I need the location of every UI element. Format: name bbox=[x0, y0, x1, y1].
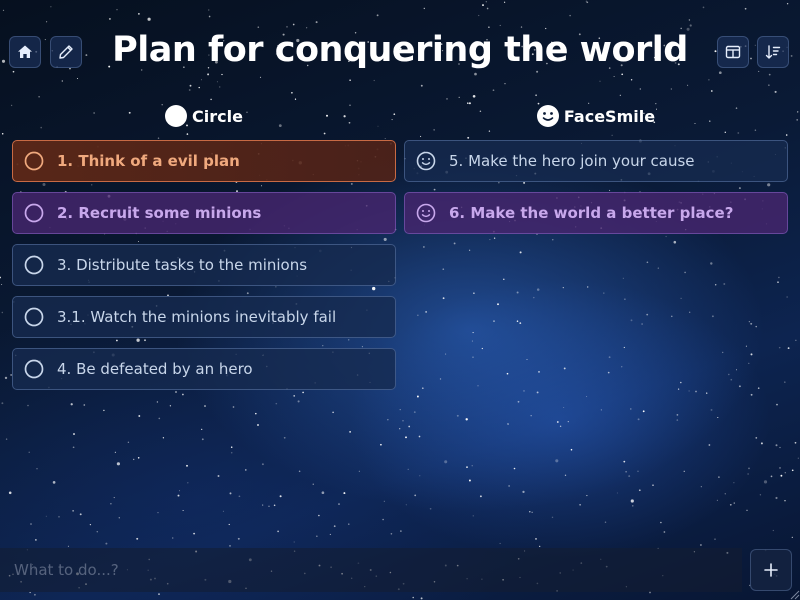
todo-card[interactable]: 2. Recruit some minions bbox=[12, 192, 396, 234]
todo-card[interactable]: 1. Think of a evil plan bbox=[12, 140, 396, 182]
circle-outline-icon bbox=[23, 306, 45, 328]
resize-grip-icon[interactable] bbox=[788, 588, 800, 600]
layout-button[interactable] bbox=[717, 36, 749, 68]
column-header-circle: Circle bbox=[12, 103, 396, 129]
circle-outline-icon bbox=[23, 358, 45, 380]
home-icon bbox=[18, 45, 32, 58]
home-button[interactable] bbox=[9, 36, 41, 68]
todo-label: 6. Make the world a better place? bbox=[449, 204, 734, 222]
todo-label: 3. Distribute tasks to the minions bbox=[57, 256, 308, 274]
todo-label: 5. Make the hero join your cause bbox=[449, 152, 695, 170]
plus-icon bbox=[764, 563, 778, 577]
pencil-icon bbox=[59, 45, 73, 59]
sort-button[interactable] bbox=[757, 36, 789, 68]
sort-descending-icon bbox=[765, 45, 781, 59]
todo-label: 3.1. Watch the minions inevitably fail bbox=[57, 308, 337, 326]
face-smile-outline-icon bbox=[415, 150, 437, 172]
todo-label: 1. Think of a evil plan bbox=[57, 152, 240, 170]
circle-outline-icon bbox=[23, 150, 45, 172]
todo-card[interactable]: 3. Distribute tasks to the minions bbox=[12, 244, 396, 286]
edit-button[interactable] bbox=[50, 36, 82, 68]
add-todo-button[interactable] bbox=[750, 549, 792, 591]
todo-label: 2. Recruit some minions bbox=[57, 204, 262, 222]
columns-icon bbox=[725, 45, 741, 59]
circle-outline-icon bbox=[23, 202, 45, 224]
page-title: Plan for conquering the world bbox=[112, 30, 688, 70]
circle-outline-icon bbox=[23, 254, 45, 276]
face-smile-icon bbox=[536, 105, 559, 127]
circle-icon bbox=[165, 105, 188, 127]
todo-card[interactable]: 3.1. Watch the minions inevitably fail bbox=[12, 296, 396, 338]
face-smile-outline-icon bbox=[415, 202, 437, 224]
todo-card[interactable]: 5. Make the hero join your cause bbox=[404, 140, 788, 182]
todo-label: 4. Be defeated by an hero bbox=[57, 360, 253, 378]
column-header-facesmile: FaceSmile bbox=[404, 103, 788, 129]
column-header-label: FaceSmile bbox=[563, 106, 656, 126]
column-header-label: Circle bbox=[192, 106, 243, 126]
todo-card[interactable]: 4. Be defeated by an hero bbox=[12, 348, 396, 390]
todo-card[interactable]: 6. Make the world a better place? bbox=[404, 192, 788, 234]
new-todo-input[interactable] bbox=[0, 548, 742, 592]
